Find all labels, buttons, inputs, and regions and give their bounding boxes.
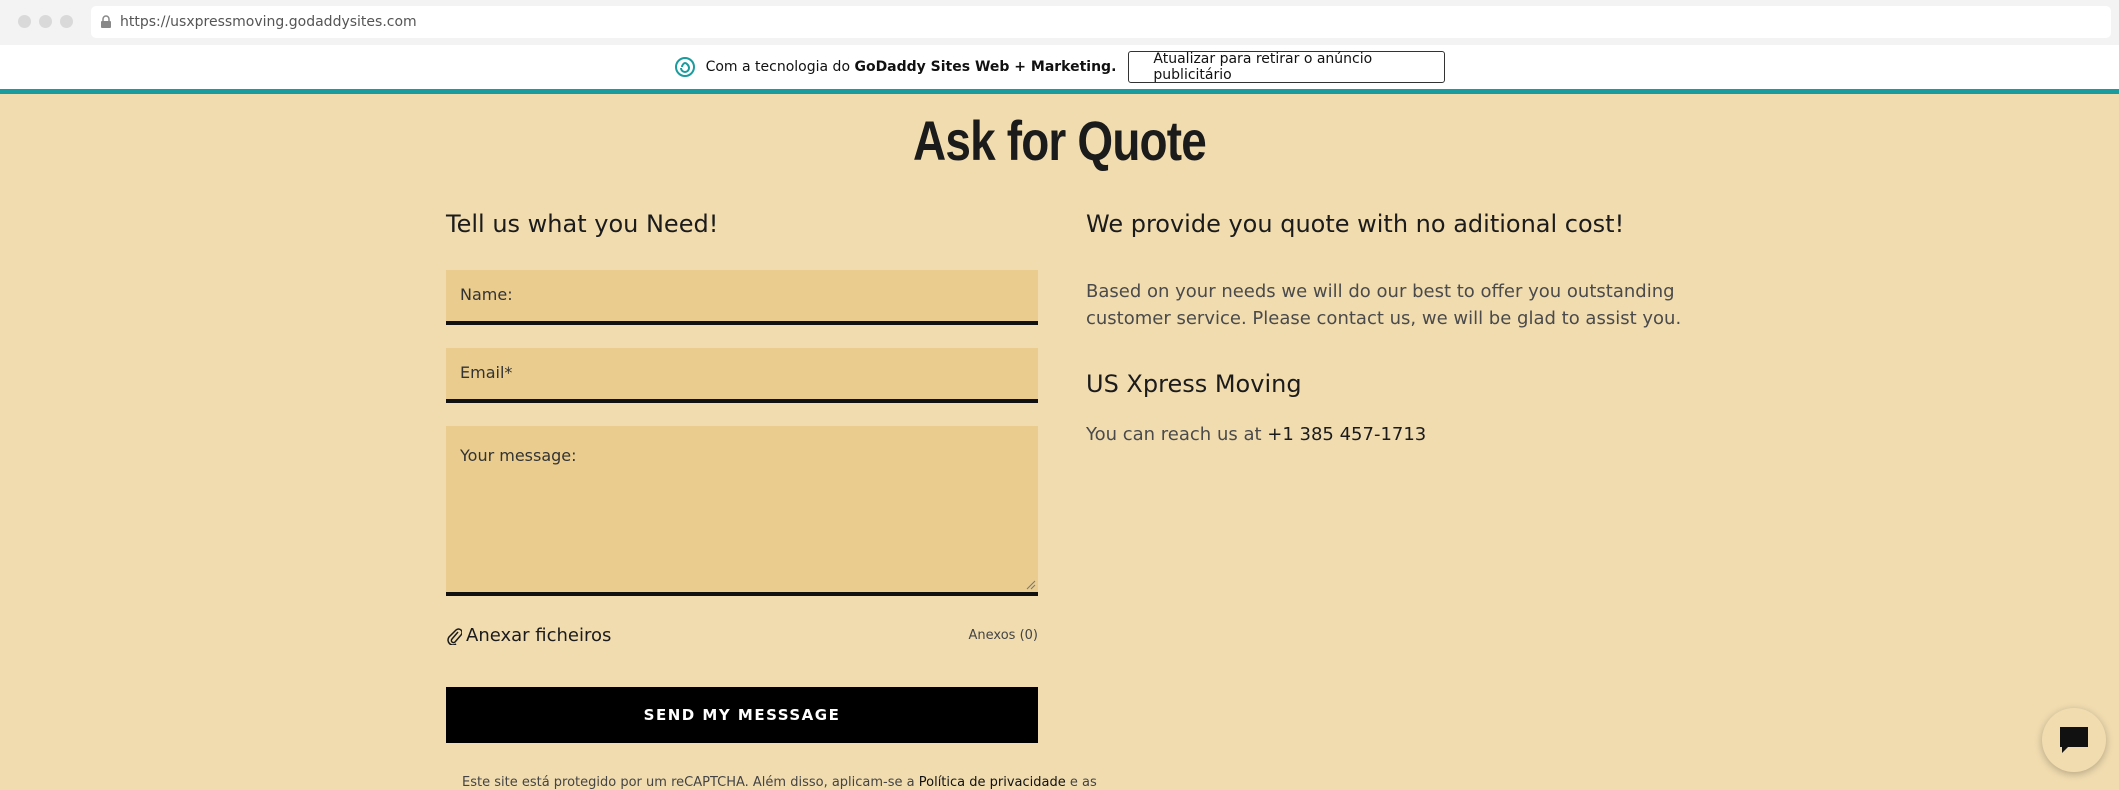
company-name: US Xpress Moving [1086,370,1302,398]
quote-form: Tell us what you Need! Name: Email* Your… [446,210,1097,790]
url-text: https://usxpressmoving.godaddysites.com [120,14,417,30]
phone-link[interactable]: +1 385 457-1713 [1267,424,1426,445]
form-heading: Tell us what you Need! [446,210,719,238]
attachments-count: Anexos (0) [968,628,1038,643]
banner-brand: GoDaddy Sites Web + Marketing. [854,59,1117,75]
recaptcha-suffix: e as [1065,775,1097,790]
info-section: We provide you quote with no aditional c… [1086,210,1686,445]
close-window-button[interactable] [18,15,31,28]
info-heading: We provide you quote with no aditional c… [1086,210,1625,238]
resize-handle-icon[interactable] [1026,580,1036,590]
lock-icon [101,15,111,28]
banner-text: Com a tecnologia do GoDaddy Sites Web + … [706,59,1117,75]
godaddy-logo-icon [674,57,695,77]
recaptcha-text: Este site está protegido por um reCAPTCH… [462,775,919,790]
info-description: Based on your needs we will do our best … [1086,281,1682,329]
attach-label: Anexar ficheiros [466,625,612,646]
privacy-policy-link[interactable]: Política de privacidade [919,775,1066,790]
contact-prefix: You can reach us at [1086,424,1268,445]
message-field[interactable]: Your message: [446,426,1038,596]
recaptcha-notice: Este site está protegido por um reCAPTCH… [462,775,1097,790]
banner-prefix: Com a tecnologia do [705,59,855,75]
minimize-window-button[interactable] [39,15,52,28]
page-title: Ask for Quote [913,109,1207,172]
send-message-button[interactable]: SEND MY MESSSAGE [446,687,1038,743]
paperclip-icon [447,627,462,645]
accent-divider [0,89,2119,94]
chat-icon [2060,727,2088,753]
contact-line: You can reach us at +1 385 457-1713 [1086,424,1686,445]
attach-files-link[interactable]: Anexar ficheiros [446,625,611,646]
maximize-window-button[interactable] [60,15,73,28]
upgrade-button[interactable]: Atualizar para retirar o anúncio publici… [1128,51,1446,83]
browser-chrome: https://usxpressmoving.godaddysites.com [0,0,2119,45]
address-bar[interactable]: https://usxpressmoving.godaddysites.com [91,6,2111,38]
name-field[interactable]: Name: [446,270,1038,325]
message-placeholder: Your message: [460,446,577,465]
chat-button[interactable] [2042,708,2106,772]
email-field[interactable]: Email* [446,348,1038,403]
window-controls [18,15,73,28]
promo-banner: Com a tecnologia do GoDaddy Sites Web + … [0,45,2119,89]
